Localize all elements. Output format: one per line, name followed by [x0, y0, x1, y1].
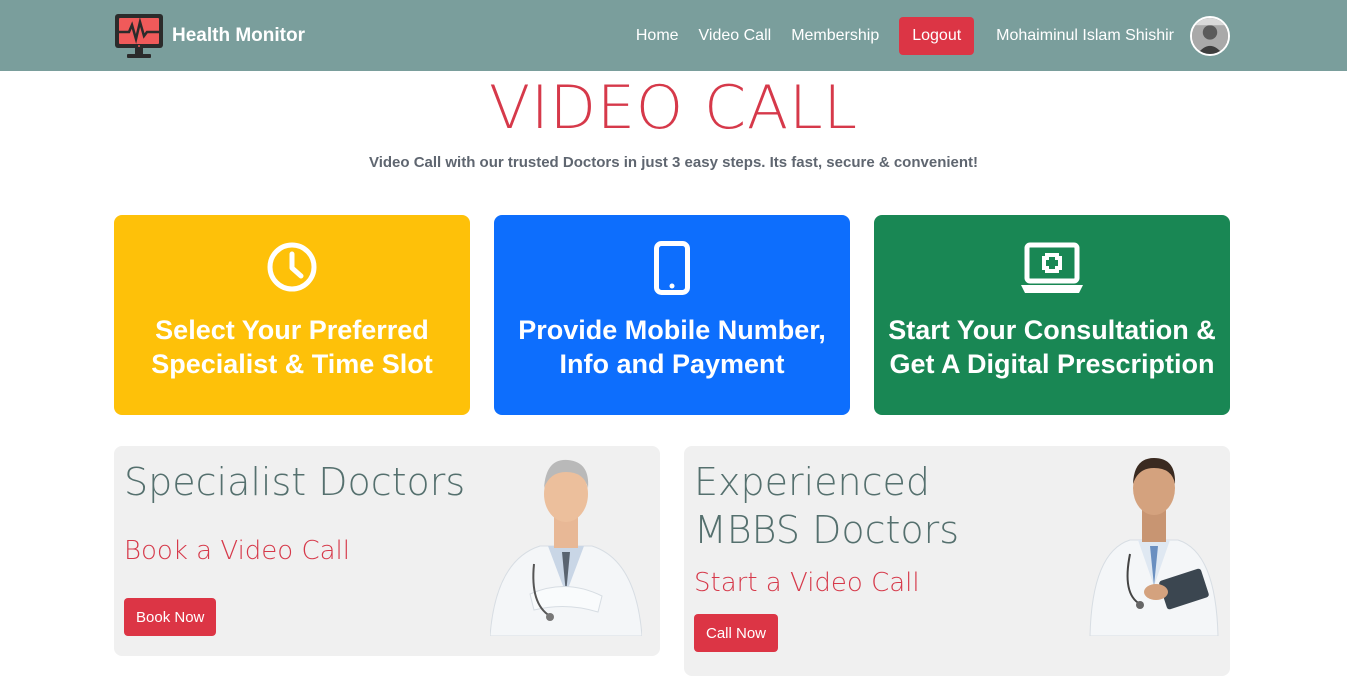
mbbs-doctors-card: Experienced MBBS Doctors Start a Video C…: [684, 446, 1230, 676]
step-text: Start Your Consultation & Get A Digital …: [888, 315, 1216, 379]
avatar[interactable]: [1190, 16, 1230, 56]
call-now-button[interactable]: Call Now: [694, 614, 779, 652]
step-card-provide-info: Provide Mobile Number, Info and Payment: [494, 215, 850, 415]
step-card-select-specialist: Select Your Preferred Specialist & Time …: [114, 215, 470, 415]
nav-links: Home Video Call Membership Logout Mohaim…: [636, 16, 1230, 56]
user-name[interactable]: Mohaiminul Islam Shishir: [996, 27, 1174, 45]
book-now-button[interactable]: Book Now: [124, 598, 217, 636]
doctor-image: [1089, 458, 1219, 636]
card-title: Specialist Doctors: [124, 460, 466, 504]
step-text: Select Your Preferred Specialist & Time …: [151, 315, 433, 379]
card-subtitle: Start a Video Call: [694, 568, 920, 598]
clock-icon: [267, 242, 317, 292]
navbar: Health Monitor Home Video Call Membershi…: [0, 0, 1347, 71]
page-subtitle: Video Call with our trusted Doctors in j…: [368, 154, 979, 171]
laptop-medical-icon: [1021, 242, 1083, 293]
logout-button[interactable]: Logout: [899, 17, 975, 55]
step-card-start-consultation: Start Your Consultation & Get A Digital …: [874, 215, 1230, 415]
nav-link-video-call[interactable]: Video Call: [699, 27, 772, 45]
nav-link-membership[interactable]: Membership: [791, 27, 879, 45]
brand-link[interactable]: Health Monitor: [114, 13, 305, 59]
card-subtitle: Book a Video Call: [124, 536, 351, 566]
mobile-phone-icon: [654, 241, 690, 295]
page-title: VIDEO CALL: [489, 73, 858, 143]
brand-name: Health Monitor: [172, 25, 305, 46]
step-text: Provide Mobile Number, Info and Payment: [518, 315, 826, 379]
nav-link-home[interactable]: Home: [636, 27, 679, 45]
doctor-image: [490, 459, 642, 636]
heart-monitor-icon: [115, 14, 163, 58]
card-title: Experienced MBBS Doctors: [694, 460, 960, 552]
specialist-doctors-card: Specialist Doctors Book a Video Call Boo…: [114, 446, 660, 656]
